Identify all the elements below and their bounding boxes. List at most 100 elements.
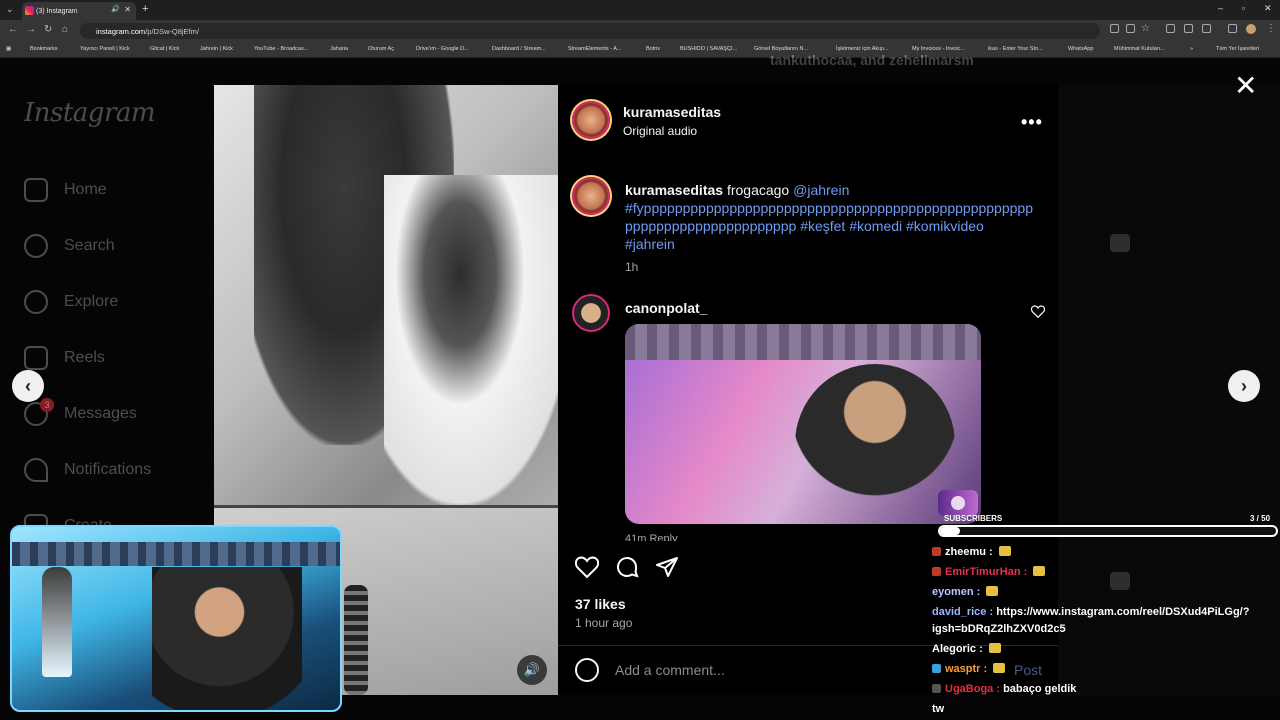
url-path: /p/DSw-Q8jEfm/ [145,26,199,36]
profile-avatar[interactable] [1246,24,1256,34]
chat-username: EmirTimurHan : [945,566,1031,578]
zoom-icon[interactable] [1126,24,1135,33]
chat-message: tw [932,703,944,715]
extension-icon-2[interactable] [1184,24,1193,33]
comment-gif[interactable] [625,324,981,524]
chat-badge-icon [932,664,941,673]
post-comment-button[interactable]: Post [1014,662,1042,678]
url-field[interactable]: instagram.com/p/DSw-Q8jEfm/ [80,23,1100,39]
author-username[interactable]: kuramaseditas [623,104,721,120]
tab-title: (3) Instagram [36,7,78,15]
apps-icon[interactable]: ▦ [6,46,11,52]
downloads-icon[interactable] [1228,24,1237,33]
bookmark-item[interactable]: Oturum Aç [368,46,394,52]
all-bookmarks[interactable]: Tüm Yer İşaretleri [1216,46,1259,52]
extension-icon[interactable] [1166,24,1175,33]
chat-message: EmirTimurHan : [932,566,1046,578]
photo-pucks [344,585,368,695]
chat-message: zheemu : [932,546,1011,558]
like-icon[interactable] [575,555,599,579]
chat-badge-icon [932,684,941,693]
bookmark-item[interactable]: ikas - Enter Your Sto... [988,46,1043,52]
audio-label[interactable]: Original audio [623,124,697,138]
window-close-icon[interactable]: ✕ [1264,3,1272,14]
likes-count[interactable]: 37 likes [575,596,626,612]
home-icon[interactable]: ⌂ [62,24,68,35]
caption-hashtag[interactable]: #fyppppppppppppppppppppppppppppppppppppp… [625,200,1033,216]
bookmark-item[interactable]: Mühimmat Kutuları... [1114,46,1165,52]
bookmark-item[interactable]: Botrix [646,46,660,52]
close-modal-icon[interactable]: ✕ [1234,72,1257,100]
more-bookmarks-icon[interactable]: » [1190,46,1193,52]
prev-post-button[interactable]: ‹ [12,370,44,402]
chat-badge-icon [932,547,941,556]
caption-username[interactable]: kuramaseditas [625,182,723,198]
caption-hashtag[interactable]: #jahrein [625,236,675,252]
chat-badge-icon [932,567,941,576]
chat-text: babaço geldik [1003,683,1077,695]
next-post-button[interactable]: › [1228,370,1260,402]
cast-icon[interactable] [1110,24,1119,33]
volume-icon[interactable]: 🔊 [517,655,547,685]
comment-input[interactable]: Add a comment... [575,658,725,682]
subscribers-logo-icon [938,490,978,516]
back-icon[interactable]: ← [8,24,18,35]
comment-avatar[interactable] [572,294,610,332]
bookmark-item[interactable]: Jahrein | Kick [200,46,233,52]
caption-hashtag[interactable]: #keşfet #komedi #komikvideo [800,218,984,234]
chat-emote-icon [998,546,1011,556]
bookmark-item[interactable]: Dashboard / Stream... [492,46,546,52]
forward-icon[interactable]: → [26,24,36,35]
comment-meta: 41m Reply [625,533,678,541]
bookmark-item[interactable]: Yayıncı Paneli | Kick [80,46,130,52]
comment-icon[interactable] [615,555,639,579]
caption-hashtag[interactable]: pppppppppppppppppppppp [625,218,796,234]
more-options-icon[interactable]: ••• [1021,112,1043,133]
author-avatar[interactable] [572,101,610,139]
bookmark-item[interactable]: WhatsApp [1068,46,1093,52]
browser-tab[interactable]: (3) Instagram 🔊 ✕ [22,2,136,20]
speaker-icon[interactable]: 🔊 [111,5,120,13]
new-tab-button[interactable]: + [142,3,148,15]
tab-close-icon[interactable]: ✕ [124,5,131,14]
tab-search-icon[interactable]: ⌄ [6,4,14,15]
bookmark-item[interactable]: Drive'ım - Google D... [416,46,469,52]
share-icon[interactable] [655,555,679,579]
menu-icon[interactable]: ⋮ [1266,23,1276,34]
restore-icon[interactable]: ▫ [1242,3,1245,13]
chevron-left-icon: ‹ [25,375,31,396]
posted-time: 1 hour ago [575,616,633,630]
star-icon[interactable]: ☆ [1141,23,1150,34]
chat-message: eyomen : [932,586,999,598]
chat-emote-icon [1033,566,1046,576]
reload-icon[interactable]: ↻ [44,24,52,35]
instagram-favicon-icon [25,6,34,15]
bookmark-item[interactable]: YouTube - Broadcas... [254,46,308,52]
caption-avatar[interactable] [572,177,610,215]
bookmark-item[interactable]: Jaharia [330,46,348,52]
minimize-icon[interactable]: – [1218,3,1223,13]
bookmark-item[interactable]: StreamElements - A... [568,46,622,52]
bookmark-item[interactable]: Gitcat | Kick [150,46,179,52]
subscribers-progress [938,525,1278,537]
webcam-shelf [12,542,340,566]
chat-message: david_rice : https://www.instagram.com/r… [932,606,1249,618]
comment-like-icon[interactable] [1031,305,1045,318]
chat-message: UgaBoga : babaço geldik [932,683,1076,695]
chevron-right-icon: › [1241,375,1247,396]
comment-username[interactable]: canonpolat_ [625,300,707,316]
webcam-overlay [10,525,342,712]
gif-person [795,364,955,524]
webcam-statue [42,567,72,677]
chat-text: https://www.instagram.com/reel/DSXud4PiL… [996,606,1250,618]
photo-boy [384,175,558,505]
caption-mention[interactable]: @jahrein [793,182,849,198]
subscribers-progress-fill [940,527,961,535]
chat-message: igsh=bDRqZ2lhZXV0d2c5 [932,623,1066,635]
emoji-icon[interactable] [575,658,599,682]
bookmark-item[interactable]: Bookmarks [30,46,58,52]
chat-username: Alegoric : [932,643,986,655]
bookmark-item[interactable]: BUSHIDO | SAVAŞÇI... [680,46,737,52]
subscribers-label: SUBSCRIBERS [944,514,1003,523]
extensions-icon[interactable] [1202,24,1211,33]
